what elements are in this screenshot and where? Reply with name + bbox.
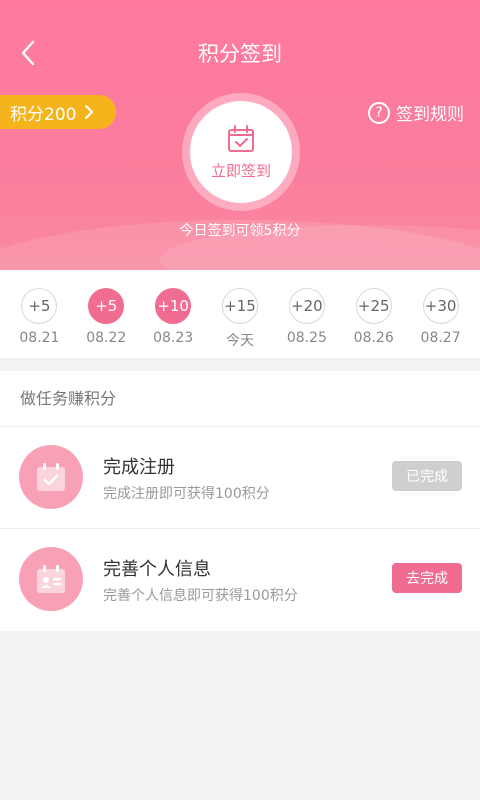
header: 积分签到 积分200 ? 签到规则 立即签到 今日签到可领5积分 — [0, 0, 480, 270]
day-points-badge: +10 — [155, 288, 192, 324]
sign-button[interactable]: 立即签到 — [190, 101, 292, 203]
day-points-badge: +15 — [222, 288, 258, 324]
task-section: 做任务赚积分 完成注册 完成注册即可获得100积分 已完成 完善个人信息 完善个… — [0, 371, 480, 631]
day-points-badge: +5 — [88, 288, 125, 324]
day-date: 08.27 — [420, 330, 461, 346]
task-section-heading: 做任务赚积分 — [0, 371, 480, 427]
task-desc: 完成注册即可获得100积分 — [103, 486, 270, 502]
day-item: +25 08.26 — [340, 270, 407, 358]
sign-button-label: 立即签到 — [210, 161, 271, 180]
day-date: 今天 — [226, 333, 254, 349]
page-title: 积分签到 — [198, 42, 282, 66]
task-item-register: 完成注册 完成注册即可获得100积分 已完成 — [0, 427, 480, 529]
task-item-profile: 完善个人信息 完善个人信息即可获得100积分 去完成 — [0, 529, 480, 631]
points-label: 积分200 — [10, 104, 77, 125]
day-item: +5 08.22 — [73, 270, 140, 358]
sign-rules-link[interactable]: ? 签到规则 — [368, 100, 464, 125]
day-item: +30 08.27 — [407, 270, 474, 358]
day-date: 08.26 — [353, 330, 394, 346]
sign-calendar-strip: +5 08.21 +5 08.22 +10 08.23 +15 今天 +20 0… — [0, 270, 480, 358]
day-date: 08.25 — [286, 330, 327, 346]
day-date: 08.23 — [153, 330, 194, 346]
day-item: +5 08.21 — [6, 270, 73, 358]
sign-tip: 今日签到可领5积分 — [179, 223, 301, 239]
calendar-check-icon — [37, 463, 65, 491]
day-item: +20 08.25 — [273, 270, 340, 358]
day-date: 08.21 — [19, 330, 60, 346]
task-icon — [19, 445, 83, 509]
task-completed-button[interactable]: 已完成 — [392, 461, 462, 491]
id-card-icon — [37, 565, 65, 593]
task-icon — [19, 547, 83, 611]
task-title: 完善个人信息 — [103, 559, 211, 580]
task-desc: 完善个人信息即可获得100积分 — [103, 588, 298, 604]
day-item: +10 08.23 — [140, 270, 207, 358]
day-date: 08.22 — [86, 330, 127, 346]
day-points-badge: +20 — [288, 288, 325, 324]
day-points-badge: +30 — [422, 288, 459, 324]
task-title: 完成注册 — [103, 457, 175, 478]
task-go-complete-button[interactable]: 去完成 — [392, 563, 462, 593]
day-points-badge: +5 — [21, 288, 58, 324]
points-pill[interactable]: 积分200 — [0, 95, 116, 129]
day-points-badge: +25 — [355, 288, 392, 324]
chevron-right-icon — [85, 105, 94, 119]
question-circle-icon: ? — [368, 101, 390, 124]
rules-label: 签到规则 — [396, 105, 464, 125]
day-item-today: +15 今天 — [207, 270, 274, 358]
calendar-check-icon — [228, 124, 254, 152]
